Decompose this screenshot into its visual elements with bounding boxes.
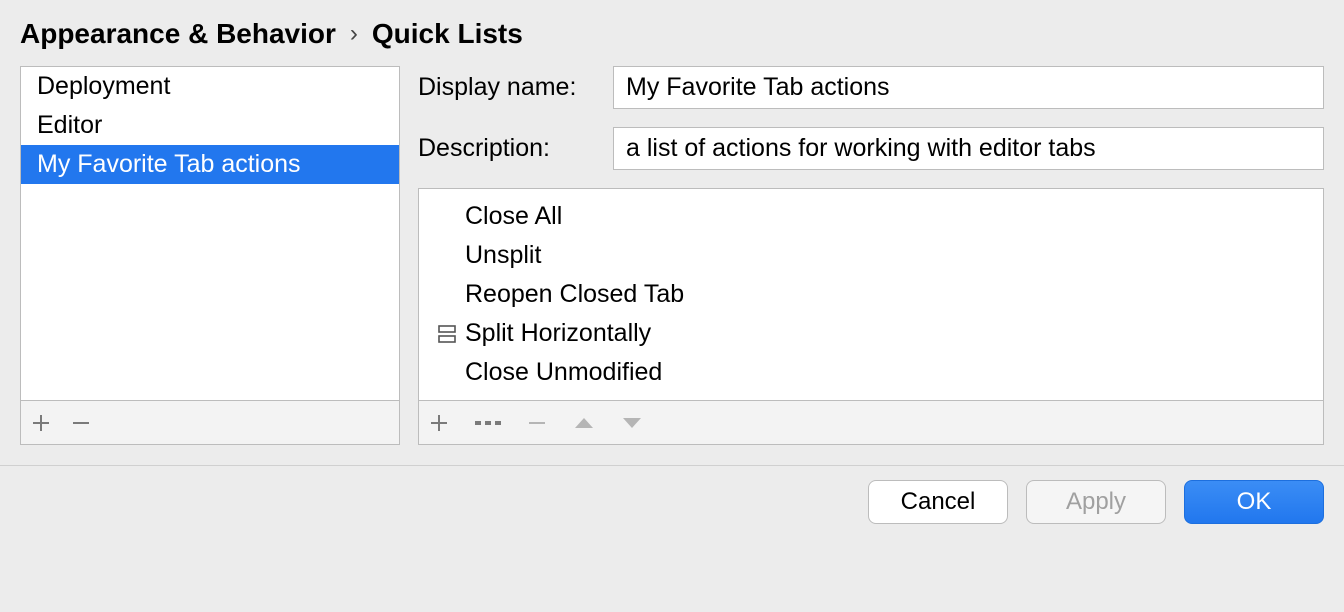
split-horizontal-icon	[429, 323, 465, 345]
actions-toolbar	[418, 401, 1324, 445]
remove-action-icon[interactable]	[527, 413, 547, 433]
action-item[interactable]: Close Unmodified	[419, 353, 1323, 392]
breadcrumb-current: Quick Lists	[372, 18, 523, 50]
quick-lists-toolbar	[20, 401, 400, 445]
apply-button: Apply	[1026, 480, 1166, 524]
actions-listbox[interactable]: Close All Unsplit Reopen Closed Tab Spli…	[418, 188, 1324, 401]
description-label: Description:	[418, 134, 613, 163]
breadcrumb: Appearance & Behavior › Quick Lists	[0, 0, 1344, 66]
move-down-icon[interactable]	[621, 413, 643, 433]
action-label: Close All	[465, 202, 562, 231]
quick-lists-listbox[interactable]: Deployment Editor My Favorite Tab action…	[20, 66, 400, 401]
description-input[interactable]	[613, 127, 1324, 170]
add-separator-icon[interactable]	[475, 413, 501, 433]
cancel-button[interactable]: Cancel	[868, 480, 1008, 524]
action-item[interactable]: Split Horizontally	[419, 314, 1323, 353]
add-action-icon[interactable]	[429, 413, 449, 433]
move-up-icon[interactable]	[573, 413, 595, 433]
list-item[interactable]: Editor	[21, 106, 399, 145]
action-item[interactable]: Close All	[419, 197, 1323, 236]
action-label: Unsplit	[465, 241, 541, 270]
add-icon[interactable]	[31, 413, 51, 433]
list-item[interactable]: My Favorite Tab actions	[21, 145, 399, 184]
dialog-footer: Cancel Apply OK	[0, 466, 1344, 538]
action-label: Reopen Closed Tab	[465, 280, 684, 309]
details-panel: Display name: Description: Close All Uns…	[418, 66, 1324, 445]
ok-button[interactable]: OK	[1184, 480, 1324, 524]
display-name-input[interactable]	[613, 66, 1324, 109]
action-label: Split Horizontally	[465, 319, 651, 348]
quick-lists-panel: Deployment Editor My Favorite Tab action…	[20, 66, 400, 445]
chevron-right-icon: ›	[350, 20, 358, 48]
display-name-label: Display name:	[418, 73, 613, 102]
list-item[interactable]: Deployment	[21, 67, 399, 106]
action-label: Close Unmodified	[465, 358, 662, 387]
action-item[interactable]: Reopen Closed Tab	[419, 275, 1323, 314]
remove-icon[interactable]	[71, 413, 91, 433]
breadcrumb-parent[interactable]: Appearance & Behavior	[20, 18, 336, 50]
action-item[interactable]: Unsplit	[419, 236, 1323, 275]
